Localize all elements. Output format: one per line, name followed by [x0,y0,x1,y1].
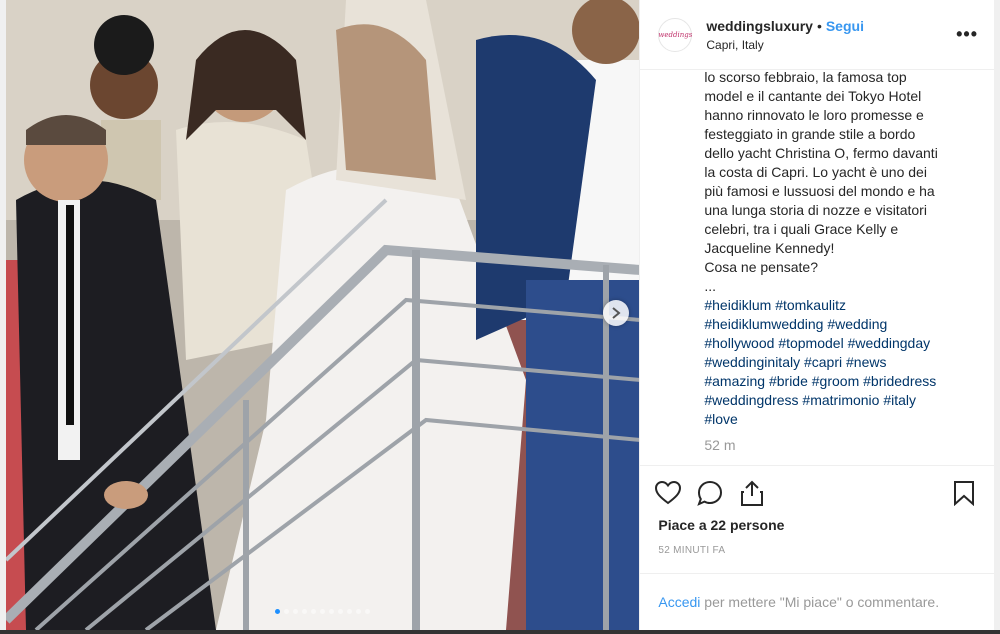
comment-button[interactable] [696,479,724,507]
hashtag-line: #weddinginitaly #capri #news [704,353,976,372]
carousel-dot [356,609,362,614]
save-button[interactable] [950,479,978,507]
caption-text: lo scorso febbraio, la famosa top model … [704,70,938,294]
bookmark-icon [954,480,974,506]
login-prompt-text: per mettere "Mi piace" o commentare. [700,594,940,610]
hashtag-link[interactable]: #love [704,411,737,427]
separator-dot: • [816,17,822,34]
likes-count[interactable]: Piace a 22 persone [640,517,994,533]
posted-time[interactable]: 52 MINUTI FA [640,545,994,556]
caption-area: lo scorso febbraio, la famosa top model … [640,70,994,465]
post-header: weddings weddingsluxury • Segui Capri, I… [640,0,994,70]
carousel-dot [302,609,308,614]
hashtag-link[interactable]: #amazing [704,373,765,389]
hashtag-link[interactable]: #hollywood [704,335,774,351]
comment-login-bar: Accedi per mettere "Mi piace" o commenta… [640,573,994,630]
hashtag-link[interactable]: #bride [769,373,808,389]
carousel-dot [329,609,335,614]
hashtag-line: #heidiklum #tomkaulitz [704,296,976,315]
hashtag-link[interactable]: #news [846,354,886,370]
like-button[interactable] [654,479,682,507]
hashtag-link[interactable]: #wedding [827,316,887,332]
comment-icon [697,480,723,506]
carousel-dot [284,609,290,614]
hashtag-link[interactable]: #heidiklum [704,297,771,313]
share-button[interactable] [738,479,766,507]
hashtag-link[interactable]: #weddingday [848,335,931,351]
hashtag-line: #love [704,410,976,429]
carousel-dot [320,609,326,614]
action-bar [640,465,994,519]
hashtag-link[interactable]: #bridedress [863,373,936,389]
post-modal: weddings weddingsluxury • Segui Capri, I… [6,0,994,630]
chevron-right-icon [612,307,621,319]
hashtag-line: #weddingdress #matrimonio #italy [704,391,976,410]
carousel-dot [347,609,353,614]
hashtag-link[interactable]: #weddingdress [704,392,798,408]
hashtag-link[interactable]: #capri [804,354,842,370]
caption-time: 52 m [704,437,736,453]
hashtag-line: #heidiklumwedding #wedding [704,315,976,334]
carousel-dot [293,609,299,614]
hashtag-link[interactable]: #topmodel [778,335,843,351]
hashtag-line: #amazing #bride #groom #bridedress [704,372,976,391]
carousel-dot [338,609,344,614]
avatar-logo-text: weddings [658,30,693,39]
carousel-dots [6,609,639,614]
hashtag-link[interactable]: #italy [883,392,916,408]
wedding-photo-illustration [6,0,640,630]
hashtag-list: #heidiklum #tomkaulitz #heidiklumwedding … [704,296,976,429]
hashtag-link[interactable]: #matrimonio [802,392,879,408]
page-bottom-strip [0,630,1000,634]
carousel-dot [365,609,371,614]
carousel-dot [275,609,281,614]
next-slide-button[interactable] [603,300,629,326]
hashtag-link[interactable]: #groom [812,373,859,389]
post-photo[interactable] [6,0,640,630]
more-options-icon[interactable]: ••• [956,24,978,45]
username-link[interactable]: weddingsluxury [706,18,813,34]
hashtag-link[interactable]: #weddinginitaly [704,354,800,370]
avatar[interactable]: weddings [658,17,693,52]
heart-icon [655,480,682,504]
location-link[interactable]: Capri, Italy [706,38,956,52]
carousel-dot [311,609,317,614]
hashtag-line: #hollywood #topmodel #weddingday [704,334,976,353]
post-sidebar: weddings weddingsluxury • Segui Capri, I… [639,0,994,630]
hashtag-link[interactable]: #heidiklumwedding [704,316,823,332]
follow-button[interactable]: Segui [826,18,864,34]
login-link[interactable]: Accedi [658,594,700,610]
hashtag-link[interactable]: #tomkaulitz [775,297,846,313]
share-icon [741,480,764,506]
